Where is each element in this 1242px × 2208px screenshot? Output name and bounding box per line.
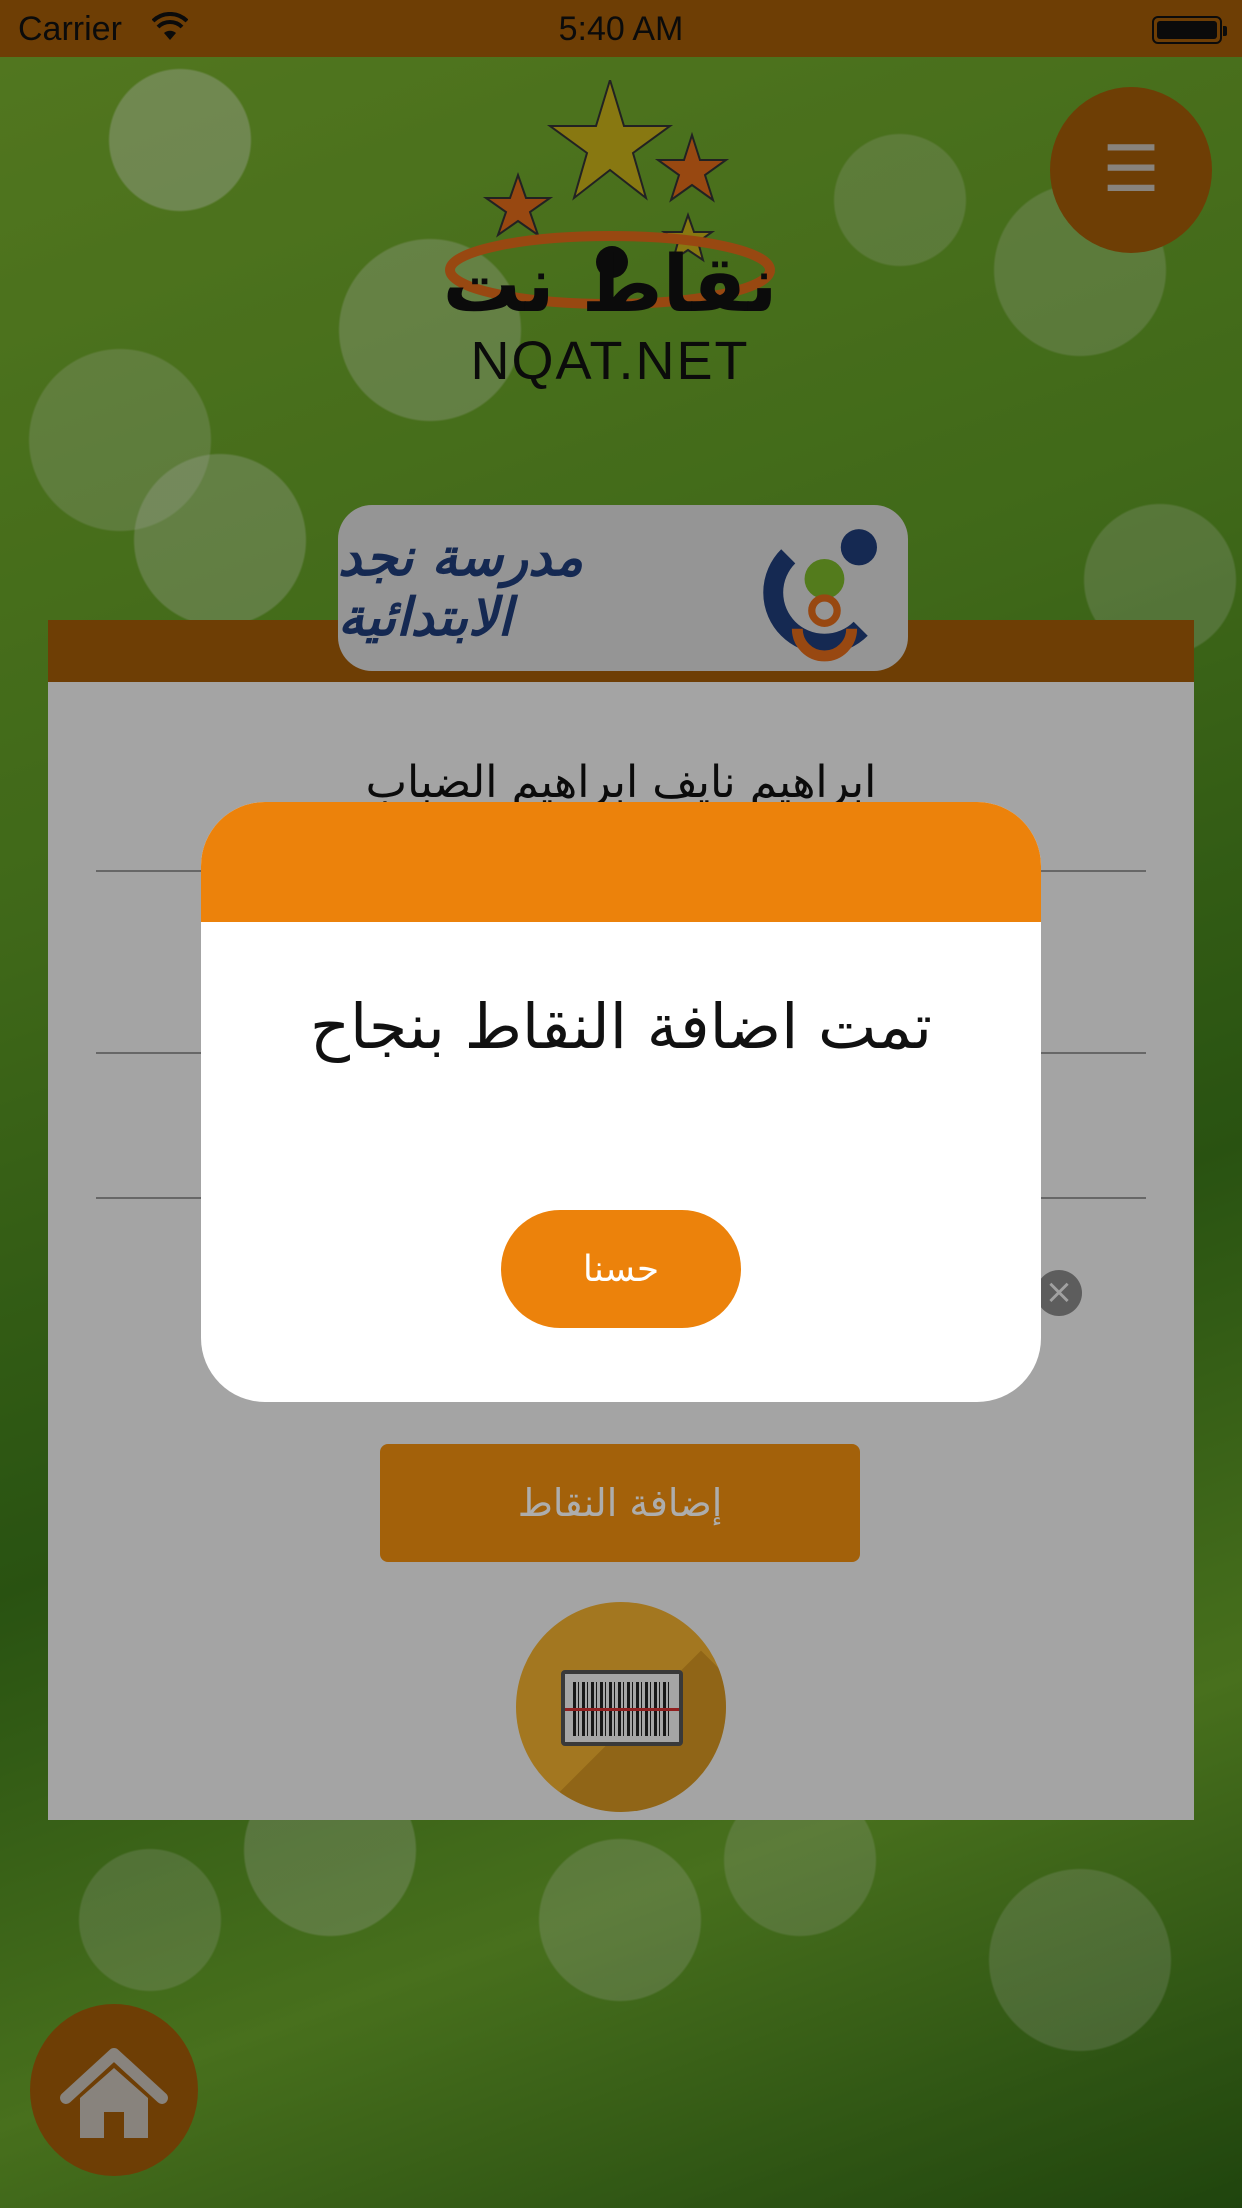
dialog-header [201, 802, 1041, 922]
dialog-message: تمت اضافة النقاط بنجاح [309, 990, 933, 1063]
dialog-ok-label: حسنا [582, 1248, 660, 1290]
success-dialog: تمت اضافة النقاط بنجاح حسنا [201, 802, 1041, 1402]
dialog-ok-button[interactable]: حسنا [501, 1210, 741, 1328]
